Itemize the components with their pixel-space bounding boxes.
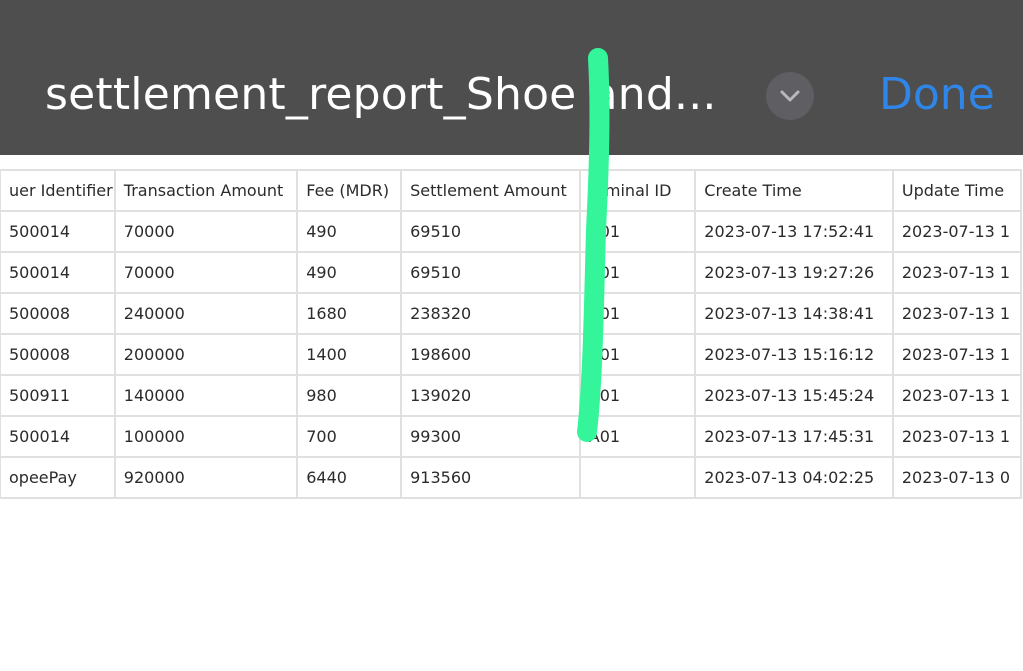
column-header: Update Time <box>891 169 1023 212</box>
table-cell: 490 <box>296 210 403 253</box>
table-row: 500008 200000 1400 198600 A01 2023-07-13… <box>0 333 1023 376</box>
table-cell: 240000 <box>113 292 299 335</box>
table-cell: 700 <box>296 415 403 458</box>
table-cell: 198600 <box>400 333 581 376</box>
table-row: 500008 240000 1680 238320 A01 2023-07-13… <box>0 292 1023 335</box>
table-cell: 2023-07-13 1 <box>891 292 1023 335</box>
table-cell: 99300 <box>400 415 581 458</box>
done-button[interactable]: Done <box>879 66 995 124</box>
table-cell: 490 <box>296 251 403 294</box>
table-cell: 70000 <box>113 210 299 253</box>
table-cell: 920000 <box>113 456 299 499</box>
table-cell: A01 <box>578 374 697 417</box>
table-cell: 6440 <box>296 456 403 499</box>
table-cell: 980 <box>296 374 403 417</box>
table-cell: 139020 <box>400 374 581 417</box>
spreadsheet-view[interactable]: uer Identifier Transaction Amount Fee (M… <box>0 169 1023 499</box>
table-cell: 2023-07-13 14:38:41 <box>694 292 894 335</box>
column-header: uer Identifier <box>0 169 116 212</box>
table-cell: 140000 <box>113 374 299 417</box>
table-row: 500911 140000 980 139020 A01 2023-07-13 … <box>0 374 1023 417</box>
table-cell: 2023-07-13 19:27:26 <box>694 251 894 294</box>
column-header: Fee (MDR) <box>296 169 403 212</box>
table-cell: A01 <box>578 333 697 376</box>
table-cell: 2023-07-13 1 <box>891 333 1023 376</box>
column-header: erminal ID <box>578 169 697 212</box>
table-cell: 100000 <box>113 415 299 458</box>
table-cell: opeePay <box>0 456 116 499</box>
table-cell <box>578 456 697 499</box>
table-cell: 2023-07-13 04:02:25 <box>694 456 894 499</box>
file-title[interactable]: settlement_report_Shoe and... <box>45 66 717 124</box>
table-row: 500014 70000 490 69510 A01 2023-07-13 19… <box>0 251 1023 294</box>
table-cell: 500014 <box>0 210 116 253</box>
table-cell: 2023-07-13 17:45:31 <box>694 415 894 458</box>
table-cell: A01 <box>578 415 697 458</box>
table-cell: 913560 <box>400 456 581 499</box>
table-cell: 500008 <box>0 333 116 376</box>
table-cell: A01 <box>578 251 697 294</box>
column-header: Create Time <box>694 169 894 212</box>
table-cell: 500008 <box>0 292 116 335</box>
table-cell: 2023-07-13 0 <box>891 456 1023 499</box>
column-header: Settlement Amount <box>400 169 581 212</box>
table-cell: 2023-07-13 1 <box>891 251 1023 294</box>
table-cell: 70000 <box>113 251 299 294</box>
table-row: opeePay 920000 6440 913560 2023-07-13 04… <box>0 456 1023 499</box>
table-cell: 2023-07-13 15:16:12 <box>694 333 894 376</box>
preview-header: settlement_report_Shoe and... Done <box>0 0 1023 155</box>
table-cell: 2023-07-13 1 <box>891 415 1023 458</box>
header-row: uer Identifier Transaction Amount Fee (M… <box>0 169 1023 212</box>
table-cell: 2023-07-13 15:45:24 <box>694 374 894 417</box>
document-preview: settlement_report_Shoe and... Done uer I… <box>0 0 1023 671</box>
table-cell: 2023-07-13 1 <box>891 374 1023 417</box>
table-cell: 69510 <box>400 251 581 294</box>
table-cell: 500911 <box>0 374 116 417</box>
table-cell: A01 <box>578 210 697 253</box>
table-cell: 1680 <box>296 292 403 335</box>
table-cell: 69510 <box>400 210 581 253</box>
table-cell: 1400 <box>296 333 403 376</box>
chevron-down-icon <box>780 90 800 102</box>
table-cell: 2023-07-13 1 <box>891 210 1023 253</box>
column-header: Transaction Amount <box>113 169 299 212</box>
table-cell: 238320 <box>400 292 581 335</box>
table-cell: 2023-07-13 17:52:41 <box>694 210 894 253</box>
table-row: 500014 70000 490 69510 A01 2023-07-13 17… <box>0 210 1023 253</box>
table-cell: 500014 <box>0 251 116 294</box>
table-row: 500014 100000 700 99300 A01 2023-07-13 1… <box>0 415 1023 458</box>
table-cell: A01 <box>578 292 697 335</box>
table-cell: 500014 <box>0 415 116 458</box>
settlement-table: uer Identifier Transaction Amount Fee (M… <box>0 169 1023 499</box>
table-cell: 200000 <box>113 333 299 376</box>
title-menu-button[interactable] <box>766 72 814 120</box>
